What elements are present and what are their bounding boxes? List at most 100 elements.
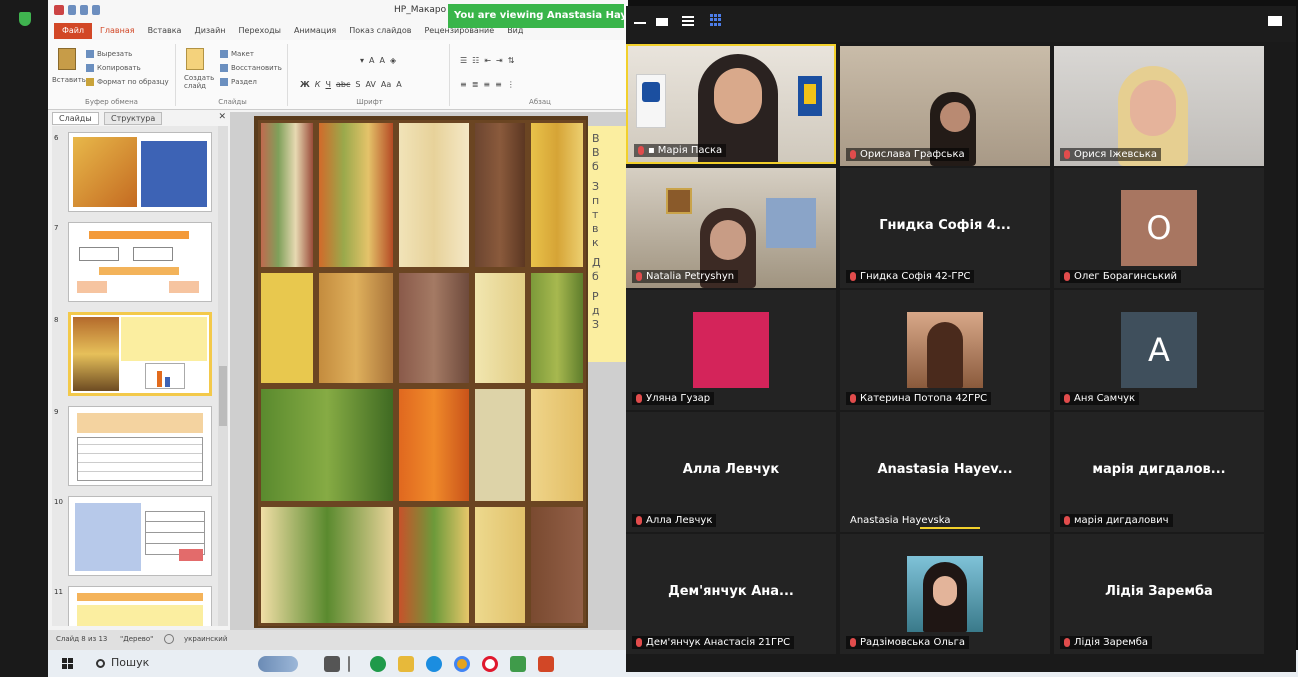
tab-insert[interactable]: Вставка [148,26,182,35]
tab-outline[interactable]: Структура [104,112,163,125]
participant-tile[interactable]: Орися Іжевська [1054,46,1264,166]
participant-tile[interactable]: Радзімовська Ольга [840,534,1050,654]
layout-button[interactable]: Макет [220,50,254,58]
participant-tile[interactable]: Катерина Потопа 42ГРС [840,290,1050,410]
edge-icon[interactable] [426,656,442,672]
participant-tile[interactable]: ▪ Марія Паска [626,44,836,164]
status-bar: Слайд 8 из 13 "Дерево" украинский [48,630,628,650]
slide-thumb-8-selected[interactable] [68,312,212,396]
theme-name: "Дерево" [120,635,154,643]
muted-mic-icon [850,637,856,647]
slide-text-line: д [592,304,600,317]
slides-group: Создать слайд Макет Восстановить Раздел … [178,44,288,106]
slide-number: 8 [54,316,59,324]
spellcheck-icon[interactable] [164,634,174,644]
undo-icon[interactable] [80,5,88,15]
clipboard-group-label: Буфер обмена [85,98,138,106]
reset-button[interactable]: Восстановить [220,64,282,72]
restore-icon[interactable] [656,18,668,26]
participant-tile[interactable]: Anastasia Hayev... Anastasia Hayevska [840,412,1050,532]
participant-name: Лідія Заремба [1060,636,1153,649]
slide-text-line: В [592,132,600,145]
opera-icon[interactable] [482,656,498,672]
scrollbar-thumb[interactable] [219,366,227,426]
windows-start-icon[interactable] [62,658,73,669]
new-slide-icon[interactable] [186,48,204,70]
tab-slideshow[interactable]: Показ слайдов [349,26,411,35]
participant-tile[interactable]: Алла Левчук Алла Левчук [626,412,836,532]
ppt-logo-icon [54,5,64,15]
participant-tile[interactable]: Уляна Гузар [626,290,836,410]
participant-name: Алла Левчук [632,514,717,527]
muted-mic-icon [1064,393,1070,403]
participant-tile[interactable]: Дем'янчук Ана... Дем'янчук Анастасія 21Г… [626,534,836,654]
align-buttons[interactable]: ≡ ≣ ≡ ≡ ⋮ [460,80,515,89]
tab-slides[interactable]: Слайды [52,112,99,125]
feather-icon[interactable] [258,656,298,672]
participant-tile[interactable]: Орислава Графська [840,46,1050,166]
save-icon[interactable] [68,5,76,15]
app-green-icon[interactable] [370,656,386,672]
participant-tile[interactable]: Natalia Petryshyn [626,168,836,288]
section-button[interactable]: Раздел [220,78,257,86]
participant-tile[interactable]: А Аня Самчук [1054,290,1264,410]
file-explorer-icon[interactable] [398,656,414,672]
chrome-icon[interactable] [454,656,470,672]
screen-share-banner[interactable]: You are viewing Anastasia Haye [448,4,624,28]
avatar [693,312,769,388]
pin-icon: ▪ [648,145,655,156]
quick-access-toolbar[interactable] [54,5,100,15]
paste-button[interactable]: Вставить [52,76,86,84]
participant-tile[interactable]: Лідія Заремба Лідія Заремба [1054,534,1264,654]
list-buttons[interactable]: ☰ ☷ ⇤ ⇥ ⇅ [460,56,514,65]
paste-icon[interactable] [58,48,76,70]
tab-design[interactable]: Дизайн [194,26,225,35]
pasta-image [254,116,588,628]
menu-icon[interactable] [682,16,694,18]
close-icon[interactable]: ✕ [218,112,226,122]
tab-animation[interactable]: Анимация [294,26,336,35]
muted-mic-icon [638,145,644,155]
left-strip [0,0,48,677]
participant-tile[interactable]: О Олег Борагинський [1054,168,1264,288]
slide-thumb-10[interactable] [68,496,212,576]
taskbar-search[interactable]: Пошук [96,656,149,669]
language[interactable]: украинский [184,635,227,643]
font-size-controls[interactable]: ▾ A A ◈ [360,56,396,65]
view-options-icon[interactable] [1268,16,1282,26]
format-painter-button[interactable]: Формат по образцу [86,78,169,86]
tab-home[interactable]: Главная [100,26,135,35]
paint-icon[interactable] [510,656,526,672]
participant-name: Орися Іжевська [1060,148,1161,161]
shield-icon[interactable] [19,12,31,26]
slide-thumb-7[interactable] [68,222,212,302]
thumbnails-scrollbar[interactable] [218,126,228,626]
tab-file[interactable]: Файл [54,23,92,39]
slide-text-box[interactable]: В В б З п т в к Д б Р д З [588,126,628,362]
task-view-icon[interactable] [324,656,340,672]
gallery-view-icon[interactable] [710,14,722,26]
slide-number: 6 [54,134,59,142]
slide-thumb-9[interactable] [68,406,212,486]
redo-icon[interactable] [92,5,100,15]
slide-thumb-11[interactable] [68,586,212,626]
tab-transitions[interactable]: Переходы [239,26,281,35]
participant-tile[interactable]: марія дигдалов... марія дигдалович [1054,412,1264,532]
powerpoint-icon[interactable] [538,656,554,672]
participant-center-name: марія дигдалов... [1092,462,1226,477]
muted-mic-icon [636,515,642,525]
participant-name: Радзімовська Ольга [846,636,969,649]
slide-text-line: Д [592,256,601,269]
copy-button[interactable]: Копировать [86,64,141,72]
minimize-icon[interactable] [634,22,646,24]
powerpoint-window: НР_Макаро Файл Главная Вставка Дизайн Пе… [48,0,628,650]
slide-editor[interactable]: В В б З п т в к Д б Р д З [230,112,628,630]
slide-thumb-6[interactable] [68,132,212,212]
reset-icon [220,64,228,72]
font-group-label: Шрифт [356,98,383,106]
new-slide-button[interactable]: Создать слайд [184,74,216,90]
font-format-buttons[interactable]: Ж К Чabc S AV Aa A [300,80,402,89]
paragraph-group: ☰ ☷ ⇤ ⇥ ⇅ ≡ ≣ ≡ ≡ ⋮ Абзац [452,44,628,106]
cut-button[interactable]: Вырезать [86,50,132,58]
participant-tile[interactable]: Гнидка Софія 4... Гнидка Софія 42-ГРС [840,168,1050,288]
